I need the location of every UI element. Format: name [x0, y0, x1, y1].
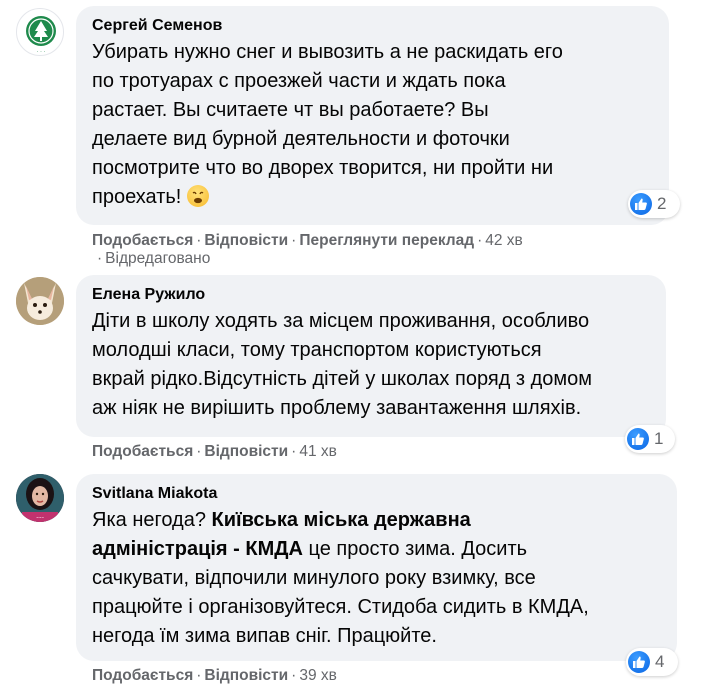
like-button[interactable]: Подобається: [92, 667, 193, 684]
see-translation-button[interactable]: Переглянути переклад: [299, 232, 474, 249]
separator: ·: [291, 232, 297, 249]
like-button[interactable]: Подобається: [92, 443, 193, 460]
reaction-summary[interactable]: 4: [626, 648, 678, 676]
timestamp[interactable]: 39 хв: [299, 667, 337, 684]
like-icon: [627, 428, 649, 450]
comment-edited: · Відредаговано: [92, 249, 210, 268]
timestamp[interactable]: 42 хв: [485, 232, 523, 249]
reaction-count: 4: [655, 652, 665, 671]
reaction-summary[interactable]: 2: [628, 190, 680, 218]
comment-bubble: Сергей Семенов Убирать нужно снег и выво…: [76, 6, 669, 225]
avatar[interactable]: [16, 277, 64, 325]
edited-label: Відредаговано: [105, 250, 211, 267]
weary-face-icon: [186, 185, 209, 207]
reaction-count: 2: [657, 194, 667, 213]
avatar[interactable]: · · ·: [16, 8, 64, 56]
comment-bubble: Елена Ружило Діти в школу ходять за місц…: [76, 275, 666, 437]
svg-text:~~~: ~~~: [36, 515, 44, 520]
comment-body-start: Яка негода?: [92, 509, 212, 531]
separator: ·: [196, 443, 202, 460]
svg-text:· · ·: · · ·: [36, 49, 45, 55]
separator: ·: [196, 232, 202, 249]
separator: ·: [477, 232, 483, 249]
reaction-summary[interactable]: 1: [625, 425, 675, 453]
comment-author[interactable]: Елена Ружило: [92, 285, 650, 305]
comment-author[interactable]: Svitlana Miakota: [92, 484, 661, 504]
like-icon: [630, 193, 652, 215]
fox-photo-icon: [16, 277, 64, 325]
comment-author[interactable]: Сергей Семенов: [92, 16, 653, 36]
separator: ·: [196, 667, 202, 684]
separator: ·: [97, 250, 103, 267]
comment-bubble: Svitlana Miakota Яка негода? Київська мі…: [76, 474, 677, 661]
reaction-count: 1: [654, 429, 664, 448]
separator: ·: [291, 667, 297, 684]
avatar[interactable]: ~~~: [16, 474, 64, 522]
reply-button[interactable]: Відповісти: [204, 232, 288, 249]
comment-actions: Подобається · Відповісти · 41 хв: [92, 442, 337, 461]
comment-body: Убирать нужно снег и вывозить а не раски…: [92, 41, 563, 208]
separator: ·: [291, 443, 297, 460]
comment-text: Убирать нужно снег и вывозить а не раски…: [92, 38, 653, 212]
seal-logo-icon: · · ·: [26, 16, 56, 55]
reply-button[interactable]: Відповісти: [204, 667, 288, 684]
comment-text: Яка негода? Київська міська державна адм…: [92, 506, 661, 651]
comment-actions: Подобається · Відповісти · Переглянути перек…: [92, 231, 523, 250]
profile-photo-icon: ~~~: [16, 474, 64, 522]
timestamp[interactable]: 41 хв: [299, 443, 337, 460]
like-button[interactable]: Подобається: [92, 232, 193, 249]
comment-actions: Подобається · Відповісти · 39 хв: [92, 666, 337, 685]
comment-body: Діти в школу ходять за місцем проживання…: [92, 310, 593, 419]
like-icon: [628, 651, 650, 673]
reply-button[interactable]: Відповісти: [204, 443, 288, 460]
